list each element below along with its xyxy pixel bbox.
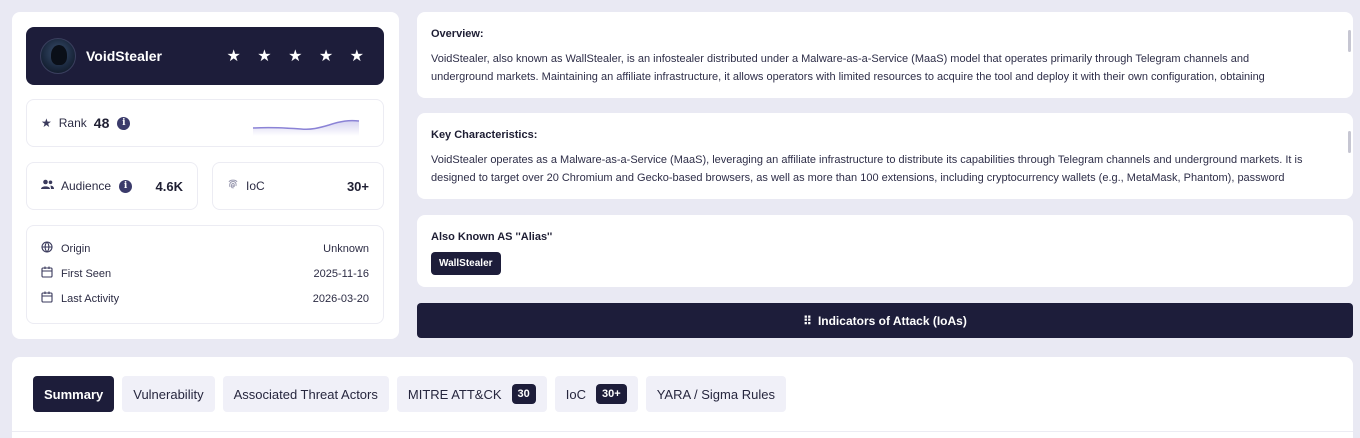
threat-name: VoidStealer bbox=[86, 48, 162, 64]
first-seen-label: First Seen bbox=[61, 267, 112, 280]
fingerprint-icon bbox=[227, 177, 239, 195]
audience-box: Audience i 4.6K bbox=[26, 162, 198, 210]
count-badge: 30+ bbox=[596, 384, 627, 404]
rank-box: ★ Rank 48 i bbox=[26, 99, 384, 147]
star-rating: ★ ★ ★ ★ ★ bbox=[226, 48, 370, 65]
indicators-of-attack-button[interactable]: ⠿ Indicators of Attack (IoAs) bbox=[417, 303, 1353, 338]
ioa-button-label: Indicators of Attack (IoAs) bbox=[817, 313, 967, 328]
key-characteristics-title: Key Characteristics: bbox=[431, 129, 538, 141]
ioc-value: 30+ bbox=[346, 178, 369, 194]
info-icon[interactable]: i bbox=[117, 116, 131, 130]
scrollbar[interactable] bbox=[1348, 30, 1351, 52]
rank-value: 48 bbox=[93, 115, 110, 131]
rank-sparkline bbox=[252, 119, 360, 136]
first-seen-value: 2025-11-16 bbox=[313, 267, 369, 280]
alias-title: Also Known AS ''Alias'' bbox=[431, 231, 553, 243]
audience-value: 4.6K bbox=[155, 178, 183, 194]
key-characteristics-card: Key Characteristics: VoidStealer operate… bbox=[417, 113, 1353, 199]
last-activity-value: 2026-03-20 bbox=[312, 292, 369, 305]
origin-row: Origin Unknown bbox=[41, 236, 369, 261]
audience-label: Audience bbox=[61, 179, 112, 193]
first-seen-row: First Seen 2025-11-16 bbox=[41, 261, 369, 286]
ioc-box: IoC 30+ bbox=[212, 162, 384, 210]
tab-summary[interactable]: Summary bbox=[33, 376, 115, 412]
count-badge: 30 bbox=[511, 384, 536, 404]
last-activity-row: Last Activity 2026-03-20 bbox=[41, 286, 369, 311]
alias-card: Also Known AS ''Alias'' WallStealer bbox=[417, 215, 1353, 287]
scrollbar[interactable] bbox=[1348, 131, 1351, 153]
overview-text: VoidStealer, also known as WallStealer, … bbox=[431, 53, 1265, 83]
tab-mitre-label: MITRE ATT&CK bbox=[407, 386, 502, 402]
origin-label: Origin bbox=[61, 242, 91, 255]
overview-title: Overview: bbox=[431, 28, 484, 40]
overview-card: Overview: VoidStealer, also known as Wal… bbox=[417, 12, 1353, 98]
origin-value: Unknown bbox=[323, 242, 369, 255]
tab-yara-sigma-rules[interactable]: YARA / Sigma Rules bbox=[645, 376, 786, 412]
star-icon: ★ bbox=[41, 116, 52, 130]
tab-ioc-label: IoC bbox=[565, 386, 587, 402]
ioc-label: IoC bbox=[246, 179, 265, 193]
globe-icon bbox=[41, 241, 53, 256]
tabs-panel: Summary Vulnerability Associated Threat … bbox=[12, 357, 1353, 438]
threat-profile-card: VoidStealer ★ ★ ★ ★ ★ ★ Rank 48 i Audien… bbox=[12, 12, 399, 339]
divider bbox=[12, 431, 1353, 432]
alias-chip[interactable]: WallStealer bbox=[431, 252, 501, 275]
last-activity-label: Last Activity bbox=[61, 292, 120, 305]
avatar bbox=[40, 38, 76, 74]
tab-bar: Summary Vulnerability Associated Threat … bbox=[33, 376, 786, 412]
audience-icon bbox=[41, 177, 54, 195]
tab-associated-threat-actors[interactable]: Associated Threat Actors bbox=[222, 376, 389, 412]
tab-ioc[interactable]: IoC 30+ bbox=[554, 376, 638, 412]
rank-label: Rank bbox=[58, 116, 87, 130]
profile-header: VoidStealer ★ ★ ★ ★ ★ bbox=[26, 27, 384, 85]
info-icon[interactable]: i bbox=[119, 179, 133, 193]
grip-icon: ⠿ bbox=[803, 313, 812, 328]
tab-vulnerability[interactable]: Vulnerability bbox=[122, 376, 215, 412]
metadata-box: Origin Unknown First Seen 2025-11-16 Las… bbox=[26, 225, 384, 324]
calendar-icon bbox=[41, 266, 53, 281]
tab-mitre-attack[interactable]: MITRE ATT&CK 30 bbox=[396, 376, 547, 412]
key-characteristics-text: VoidStealer operates as a Malware-as-a-S… bbox=[431, 154, 1303, 184]
calendar-icon bbox=[41, 291, 53, 306]
